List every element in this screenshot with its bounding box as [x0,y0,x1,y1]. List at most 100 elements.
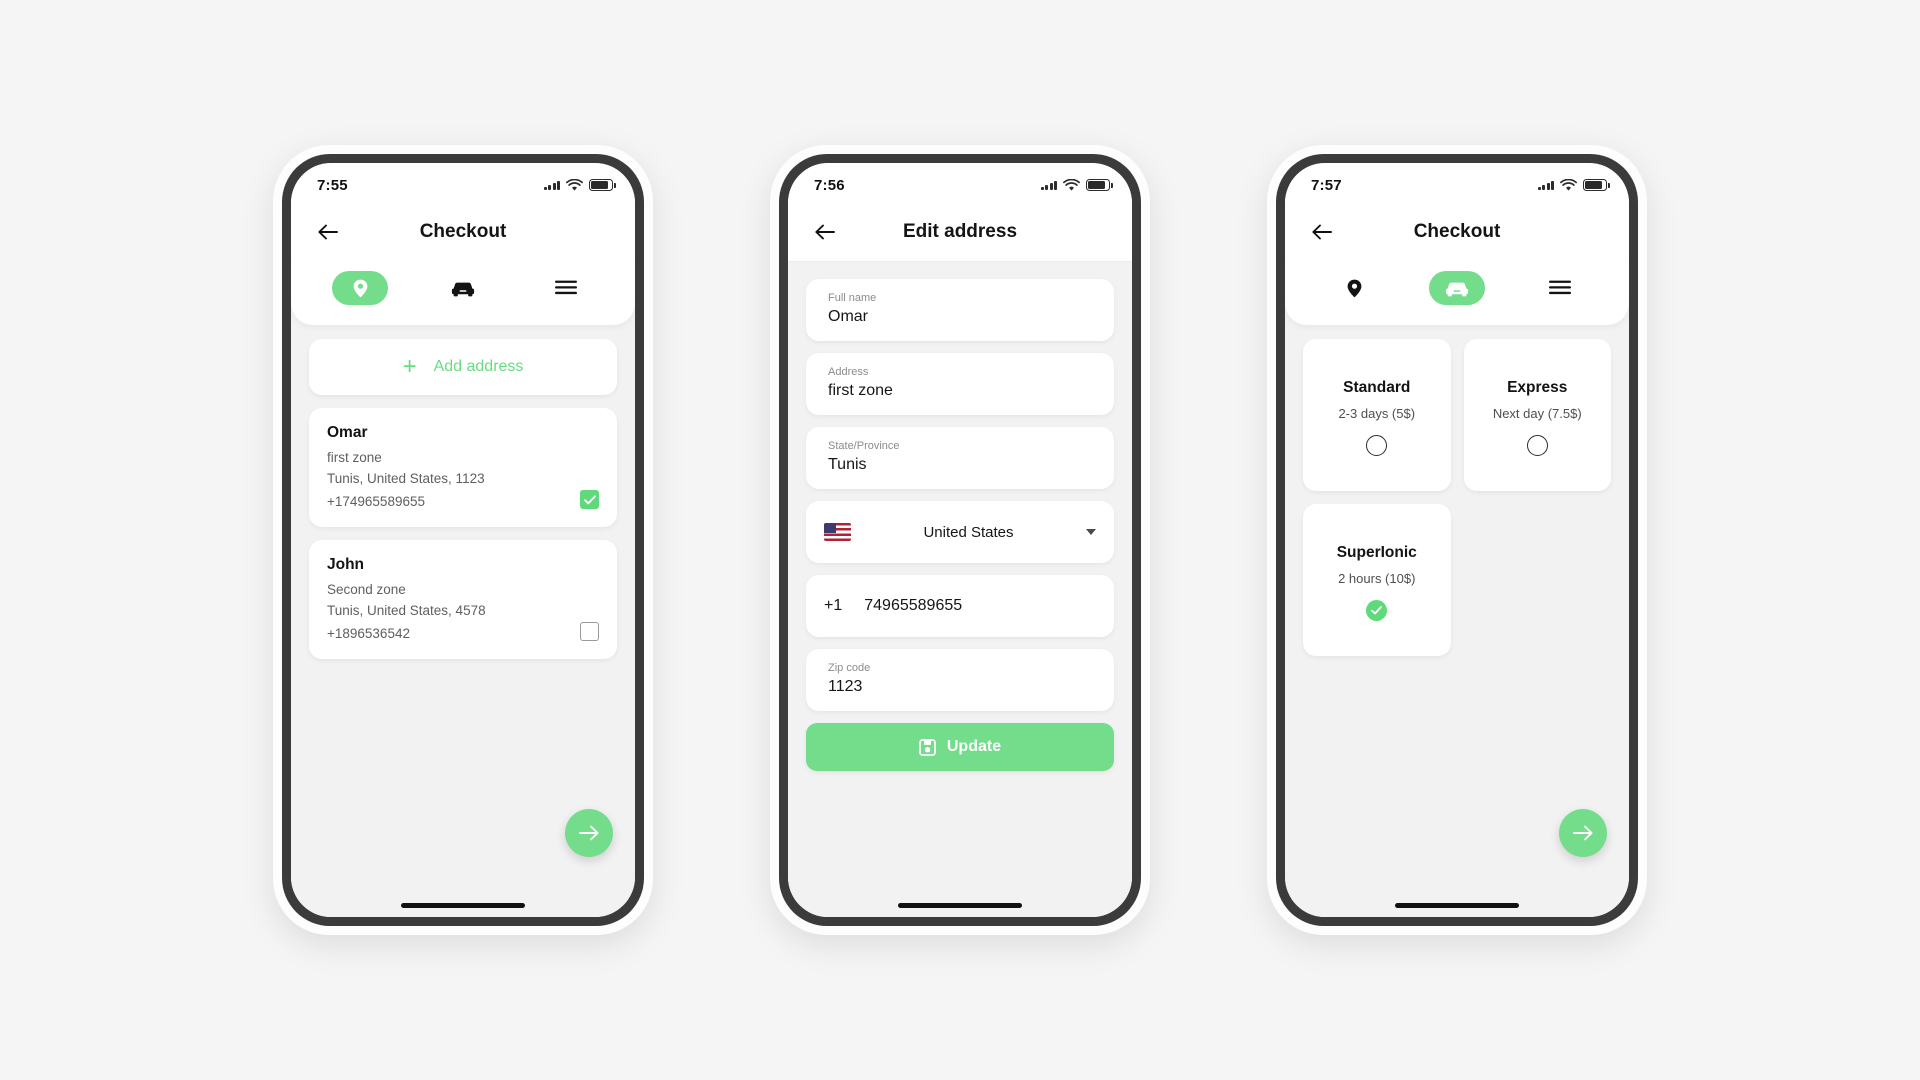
address-label: Address [828,366,869,378]
add-address-button[interactable]: + Add address [309,339,617,395]
checkout-step-tabs [291,261,635,325]
location-pin-icon [353,279,368,297]
status-bar: 7:57 [1285,163,1629,207]
address-city-line: Tunis, United States, 1123 [327,471,485,486]
delivery-option-standard[interactable]: Standard 2-3 days (5$) [1303,339,1451,491]
status-bar: 7:55 [291,163,635,207]
plus-icon: + [402,353,417,380]
add-address-label: Add address [433,358,524,375]
delivery-option-subtitle: 2-3 days (5$) [1338,405,1416,421]
app-bar: Checkout [291,207,635,261]
battery-icon [589,179,616,191]
address-street: Second zone [327,582,406,597]
delivery-radio-unselected[interactable] [1526,434,1548,456]
save-icon [919,738,936,756]
delivery-option-subtitle: Next day (7.5$) [1492,405,1582,421]
wifi-icon [566,178,583,191]
home-indicator [401,903,525,908]
full-name-label: Full name [828,292,877,304]
wifi-icon [1560,178,1577,191]
zip-code-label: Zip code [828,662,871,674]
checkout-step-tabs [1285,261,1629,325]
full-name-field[interactable]: Full name Omar [806,279,1114,341]
checkmark-icon [1371,605,1383,614]
checkmark-icon [583,494,596,504]
address-card-john[interactable]: John Second zone Tunis, United States, 4… [309,540,617,659]
step-tab-delivery[interactable] [435,271,491,305]
step-tab-address[interactable] [1326,271,1382,305]
delivery-option-express[interactable]: Express Next day (7.5$) [1463,339,1611,491]
home-indicator [898,903,1022,908]
step-tab-summary[interactable] [1532,271,1588,305]
back-button[interactable] [313,217,343,247]
battery-icon [1583,179,1610,191]
status-icons [543,178,616,192]
car-icon [1445,282,1469,296]
step-tab-address[interactable] [332,271,389,305]
phone-screen: 7:57 Checkout Standard 2-3 days (5$) Exp… [1285,163,1629,917]
signal-dots-icon [1537,180,1554,190]
phone-mockup-edit-address: 7:56 Edit address Full name Omar Address… [770,145,1150,935]
next-step-fab[interactable] [1559,809,1607,857]
address-select-checkbox-checked[interactable] [580,490,599,509]
delivery-option-superionic[interactable]: SuperIonic 2 hours (10$) [1303,504,1451,656]
status-time: 7:55 [317,176,348,194]
zip-code-field[interactable]: Zip code 1123 [806,649,1114,711]
address-name: Omar [327,424,368,441]
phone-number-field[interactable]: +1 74965589655 [806,575,1114,637]
phone-mockup-checkout-address: 7:55 Checkout + Add address Omar first z… [273,145,653,935]
state-province-label: State/Province [828,440,900,452]
step-tab-delivery[interactable] [1428,271,1485,305]
status-icons [1040,178,1113,192]
arrow-left-icon [815,224,835,240]
screen-body-address-list: + Add address Omar first zone Tunis, Uni… [291,325,635,917]
next-step-fab[interactable] [565,809,613,857]
address-value: first zone [828,382,893,399]
update-button[interactable]: Update [806,723,1114,771]
signal-dots-icon [543,180,560,190]
phone-bezel: 7:57 Checkout Standard 2-3 days (5$) Exp… [1276,154,1638,926]
address-city-line: Tunis, United States, 4578 [327,603,486,618]
phone-mockup-checkout-delivery: 7:57 Checkout Standard 2-3 days (5$) Exp… [1267,145,1647,935]
car-icon [451,282,475,296]
state-province-field[interactable]: State/Province Tunis [806,427,1114,489]
wifi-icon [1063,178,1080,191]
app-bar: Checkout [1285,207,1629,261]
status-time: 7:57 [1311,176,1342,194]
signal-dots-icon [1040,180,1057,190]
delivery-option-title: Standard [1343,378,1411,396]
back-button[interactable] [1307,217,1337,247]
battery-icon [1086,179,1113,191]
back-button[interactable] [810,217,840,247]
home-indicator [1395,903,1519,908]
chevron-down-icon [1086,529,1096,535]
list-icon [554,280,577,295]
phone-bezel: 7:56 Edit address Full name Omar Address… [779,154,1141,926]
list-icon [1548,280,1571,295]
location-pin-icon [1347,279,1362,297]
update-button-label: Update [946,738,1002,755]
address-card-omar[interactable]: Omar first zone Tunis, United States, 11… [309,408,617,527]
screen-body-delivery-options: Standard 2-3 days (5$) Express Next day … [1285,325,1629,917]
screen-body-edit-form: Full name Omar Address first zone State/… [788,262,1132,917]
delivery-radio-selected[interactable] [1366,599,1388,621]
arrow-right-icon [579,825,599,841]
screenshot-stage: 7:55 Checkout + Add address Omar first z… [0,0,1920,1080]
address-field[interactable]: Address first zone [806,353,1114,415]
state-province-value: Tunis [828,456,867,473]
phone-country-code: +1 [824,597,843,614]
country-select[interactable]: United States [806,501,1114,563]
delivery-radio-unselected[interactable] [1366,434,1388,456]
phone-bezel: 7:55 Checkout + Add address Omar first z… [282,154,644,926]
phone-screen: 7:56 Edit address Full name Omar Address… [788,163,1132,917]
address-phone: +174965589655 [327,494,425,509]
step-tab-summary[interactable] [538,271,594,305]
us-flag-icon [824,523,851,541]
delivery-options-grid: Standard 2-3 days (5$) Express Next day … [1303,339,1611,656]
status-bar: 7:56 [788,163,1132,207]
address-select-checkbox-unchecked[interactable] [580,622,599,641]
delivery-option-title: SuperIonic [1336,543,1417,561]
arrow-left-icon [1312,224,1332,240]
address-street: first zone [327,450,382,465]
app-bar: Edit address [788,207,1132,262]
